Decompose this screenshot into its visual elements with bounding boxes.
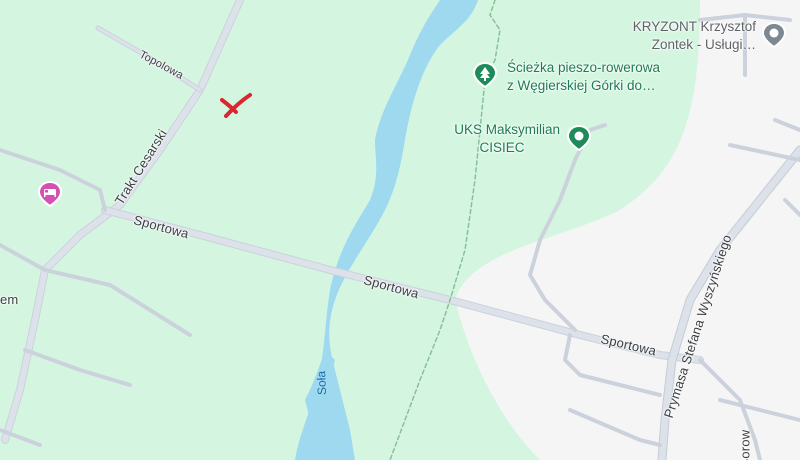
- poi-label-path-line1: Ścieżka pieszo-rowerowa: [507, 60, 661, 75]
- poi-label-kryzont[interactable]: KRYZONT Krzysztof Zontek - Usługi…: [622, 18, 756, 54]
- map-canvas[interactable]: Topolowa Trakt Cesarski Sportowa Sportow…: [0, 0, 800, 460]
- business-pin-icon[interactable]: [761, 22, 787, 48]
- poi-label-kryzont-line1: KRYZONT Krzysztof: [632, 19, 756, 34]
- road-left-2: [0, 243, 192, 337]
- poi-label-uks[interactable]: UKS Maksymilian CISIEC: [444, 121, 560, 157]
- hotel-bed-icon[interactable]: [37, 181, 63, 207]
- poi-label-path-line2: z Węgierskiej Górki do…: [507, 78, 656, 93]
- poi-label-uks-line1: UKS Maksymilian: [454, 122, 560, 137]
- poi-label-kryzont-line2: Zontek - Usługi…: [651, 37, 756, 52]
- tree-icon[interactable]: [472, 62, 498, 88]
- water-label-sola: Soła: [314, 370, 329, 396]
- x-mark-icon: [220, 93, 252, 118]
- poi-label-path[interactable]: Ścieżka pieszo-rowerowa z Węgierskiej Gó…: [507, 59, 660, 95]
- road-label-left-fragment: em: [0, 292, 19, 307]
- road-trakt-cesarski: [1, 0, 244, 444]
- road-label-borow: Borow: [737, 429, 753, 460]
- place-dot-icon[interactable]: [566, 125, 592, 151]
- poi-label-uks-line2: CISIEC: [479, 140, 525, 155]
- road-left-3: [23, 348, 132, 387]
